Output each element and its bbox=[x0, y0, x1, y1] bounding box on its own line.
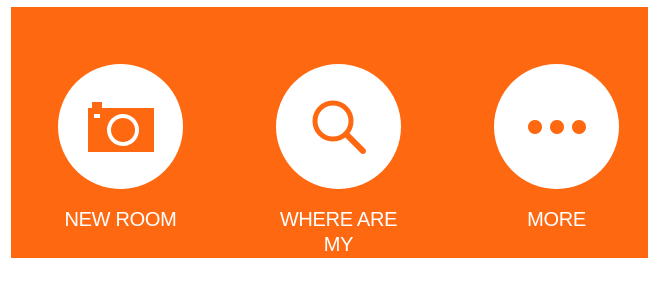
quick-actions-panel: NEW ROOM WHERE ARE MY DEVICES? MORE bbox=[11, 7, 648, 281]
new-room-icon-circle[interactable] bbox=[58, 64, 183, 189]
new-room-button[interactable]: NEW ROOM bbox=[58, 64, 183, 233]
where-are-my-devices-label: WHERE ARE MY DEVICES? bbox=[279, 209, 398, 281]
more-dots-icon bbox=[527, 119, 587, 135]
camera-icon bbox=[87, 101, 154, 152]
more-label: MORE bbox=[527, 209, 586, 231]
search-icon bbox=[309, 97, 369, 157]
devices-icon-circle[interactable] bbox=[276, 64, 401, 189]
more-icon-circle[interactable] bbox=[494, 64, 619, 189]
more-button[interactable]: MORE bbox=[494, 64, 619, 233]
new-room-label: NEW ROOM bbox=[64, 209, 177, 231]
where-are-my-devices-button[interactable]: WHERE ARE MY DEVICES? bbox=[276, 64, 401, 283]
